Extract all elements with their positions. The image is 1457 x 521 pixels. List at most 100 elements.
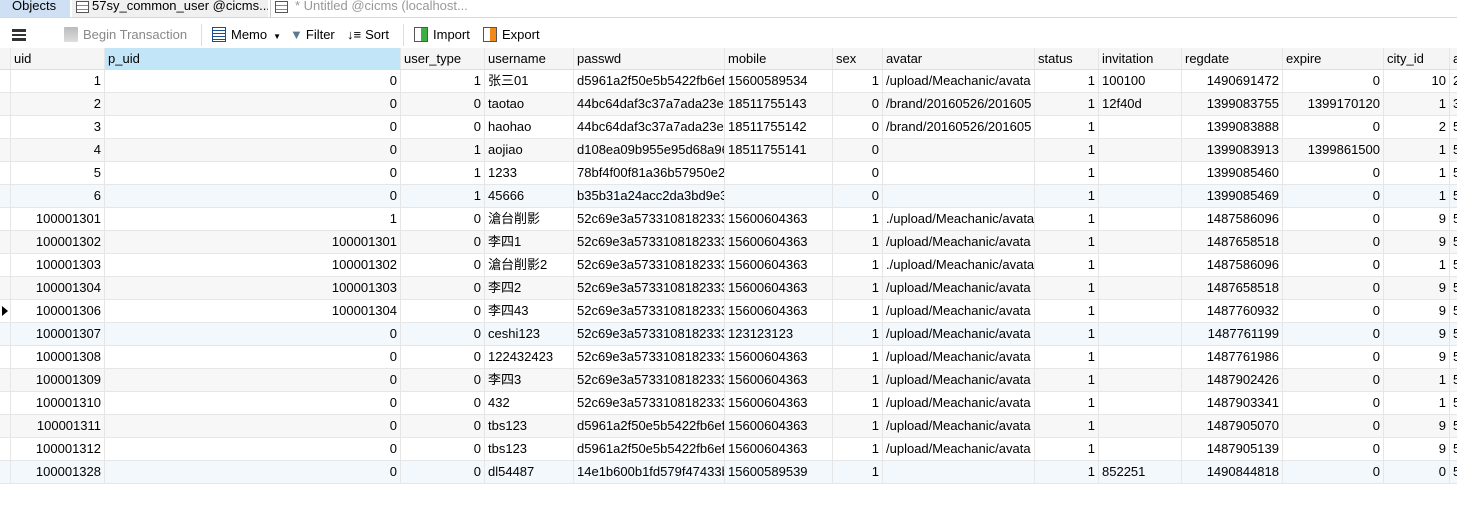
cell-username[interactable]: 122432423 (485, 346, 574, 368)
cell-a[interactable]: 5 (1450, 300, 1457, 322)
cell-uid[interactable]: 5 (11, 162, 105, 184)
table-row[interactable]: 100001310 0 0 432 52c69e3a5733108182333 15600… (0, 392, 1457, 415)
cell-p_uid[interactable]: 0 (105, 438, 401, 460)
cell-username[interactable]: ceshi123 (485, 323, 574, 345)
cell-uid[interactable]: 100001309 (11, 369, 105, 391)
cell-user_type[interactable]: 0 (401, 369, 485, 391)
cell-uid[interactable]: 2 (11, 93, 105, 115)
begin-transaction-button[interactable]: Begin Transaction (64, 26, 187, 44)
cell-avatar[interactable]: /upload/Meachanic/avata (883, 415, 1035, 437)
cell-a[interactable]: 5 (1450, 415, 1457, 437)
tab-objects[interactable]: Objects (0, 0, 70, 17)
cell-uid[interactable]: 100001301 (11, 208, 105, 230)
cell-sex[interactable]: 1 (833, 231, 883, 253)
cell-invitation[interactable] (1099, 231, 1182, 253)
cell-p_uid[interactable]: 100001302 (105, 254, 401, 276)
column-header-a[interactable]: a (1450, 48, 1457, 69)
cell-regdate[interactable]: 1399083888 (1182, 116, 1283, 138)
cell-username[interactable]: tbs123 (485, 415, 574, 437)
row-selector[interactable] (0, 438, 11, 460)
cell-expire[interactable]: 0 (1283, 116, 1384, 138)
row-selector[interactable] (0, 346, 11, 368)
row-selector[interactable] (0, 323, 11, 345)
cell-a[interactable]: 5 (1450, 346, 1457, 368)
cell-mobile[interactable]: 15600604363 (725, 208, 833, 230)
cell-a[interactable]: 5 (1450, 208, 1457, 230)
cell-invitation[interactable] (1099, 369, 1182, 391)
table-row[interactable]: 5 0 1 1233 78bf4f00f81a36b57950e2 0 1 139908546… (0, 162, 1457, 185)
cell-p_uid[interactable]: 0 (105, 162, 401, 184)
cell-city_id[interactable]: 1 (1384, 139, 1450, 161)
cell-avatar[interactable] (883, 162, 1035, 184)
table-row[interactable]: 100001312 0 0 tbs123 d5961a2f50e5b5422fb6ef 1… (0, 438, 1457, 461)
cell-passwd[interactable]: 52c69e3a5733108182333 (574, 208, 725, 230)
cell-city_id[interactable]: 1 (1384, 369, 1450, 391)
cell-invitation[interactable] (1099, 208, 1182, 230)
cell-username[interactable]: 滄台削影 (485, 208, 574, 230)
cell-a[interactable]: 5 (1450, 461, 1457, 483)
export-button[interactable]: Export (483, 26, 540, 44)
cell-passwd[interactable]: 44bc64daf3c37a7ada23e( (574, 116, 725, 138)
cell-mobile[interactable]: 123123123 (725, 323, 833, 345)
column-header-invitation[interactable]: invitation (1099, 48, 1182, 69)
cell-regdate[interactable]: 1487905070 (1182, 415, 1283, 437)
column-header-avatar[interactable]: avatar (883, 48, 1035, 69)
cell-city_id[interactable]: 1 (1384, 254, 1450, 276)
cell-uid[interactable]: 4 (11, 139, 105, 161)
cell-mobile[interactable] (725, 162, 833, 184)
cell-username[interactable]: aojiao (485, 139, 574, 161)
cell-a[interactable]: 5 (1450, 254, 1457, 276)
cell-city_id[interactable]: 9 (1384, 323, 1450, 345)
cell-passwd[interactable]: 52c69e3a5733108182333 (574, 254, 725, 276)
cell-avatar[interactable]: /upload/Meachanic/avata (883, 392, 1035, 414)
cell-invitation[interactable] (1099, 277, 1182, 299)
table-row[interactable]: 100001307 0 0 ceshi123 52c69e3a5733108182333… (0, 323, 1457, 346)
cell-status[interactable]: 1 (1035, 116, 1099, 138)
cell-regdate[interactable]: 1399085460 (1182, 162, 1283, 184)
cell-status[interactable]: 1 (1035, 369, 1099, 391)
cell-user_type[interactable]: 0 (401, 346, 485, 368)
row-selector[interactable] (0, 415, 11, 437)
cell-city_id[interactable]: 9 (1384, 208, 1450, 230)
cell-expire[interactable]: 0 (1283, 70, 1384, 92)
cell-avatar[interactable]: /brand/20160526/201605 (883, 116, 1035, 138)
cell-uid[interactable]: 6 (11, 185, 105, 207)
cell-uid[interactable]: 100001306 (11, 300, 105, 322)
cell-uid[interactable]: 1 (11, 70, 105, 92)
cell-avatar[interactable]: /upload/Meachanic/avata (883, 369, 1035, 391)
cell-username[interactable]: 李四2 (485, 277, 574, 299)
cell-invitation[interactable] (1099, 323, 1182, 345)
cell-passwd[interactable]: b35b31a24acc2da3bd9e3 (574, 185, 725, 207)
row-selector[interactable] (0, 70, 11, 92)
cell-invitation[interactable] (1099, 415, 1182, 437)
cell-status[interactable]: 1 (1035, 93, 1099, 115)
cell-username[interactable]: 李四43 (485, 300, 574, 322)
table-row[interactable]: 100001301 1 0 滄台削影 52c69e3a5733108182333 1560… (0, 208, 1457, 231)
cell-invitation[interactable]: 100100 (1099, 70, 1182, 92)
cell-user_type[interactable]: 0 (401, 392, 485, 414)
cell-regdate[interactable]: 1490691472 (1182, 70, 1283, 92)
cell-status[interactable]: 1 (1035, 300, 1099, 322)
cell-a[interactable]: 5 (1450, 277, 1457, 299)
cell-sex[interactable]: 0 (833, 93, 883, 115)
cell-expire[interactable]: 0 (1283, 392, 1384, 414)
cell-status[interactable]: 1 (1035, 415, 1099, 437)
cell-status[interactable]: 1 (1035, 208, 1099, 230)
cell-status[interactable]: 1 (1035, 231, 1099, 253)
cell-a[interactable]: 5 (1450, 438, 1457, 460)
cell-mobile[interactable]: 15600589534 (725, 70, 833, 92)
cell-a[interactable]: 5 (1450, 139, 1457, 161)
cell-passwd[interactable]: 52c69e3a5733108182333 (574, 346, 725, 368)
cell-username[interactable]: 1233 (485, 162, 574, 184)
row-selector[interactable] (0, 208, 11, 230)
cell-avatar[interactable]: /upload/Meachanic/avata (883, 300, 1035, 322)
column-header-passwd[interactable]: passwd (574, 48, 725, 69)
cell-user_type[interactable]: 0 (401, 323, 485, 345)
cell-regdate[interactable]: 1487761986 (1182, 346, 1283, 368)
cell-passwd[interactable]: 52c69e3a5733108182333 (574, 392, 725, 414)
cell-passwd[interactable]: 52c69e3a5733108182333 (574, 300, 725, 322)
cell-passwd[interactable]: 78bf4f00f81a36b57950e2 (574, 162, 725, 184)
cell-a[interactable]: 2 (1450, 70, 1457, 92)
cell-p_uid[interactable]: 0 (105, 93, 401, 115)
cell-user_type[interactable]: 0 (401, 461, 485, 483)
